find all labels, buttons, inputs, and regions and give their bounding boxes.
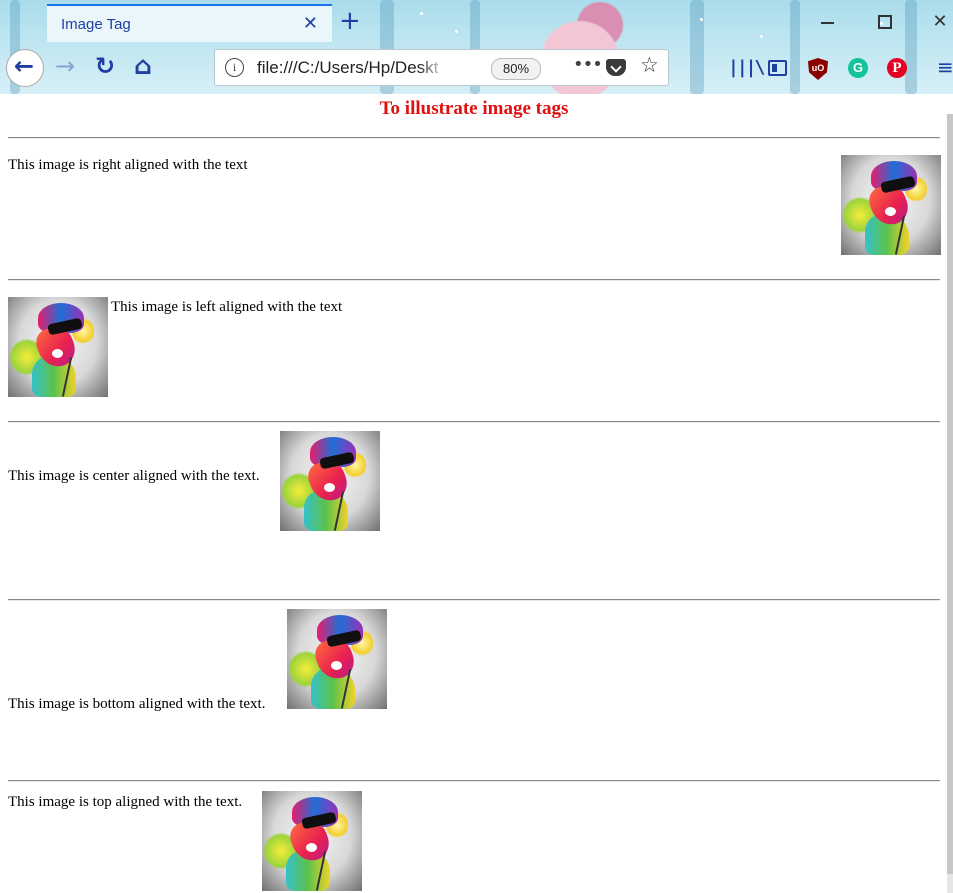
portrait-image-right (841, 155, 941, 255)
browser-chrome: Image Tag ✕ + ✕ ← → ↻ ⌂ i file:///C:/Use… (0, 0, 953, 94)
snowflake (455, 30, 458, 33)
snowflake (420, 12, 423, 15)
bookmark-star-icon[interactable]: ☆ (640, 53, 659, 77)
caption-top-aligned: This image is top aligned with the text. (8, 794, 243, 810)
back-button[interactable]: ← (6, 49, 44, 87)
hamburger-menu-icon[interactable]: ≡ (937, 55, 953, 79)
home-button[interactable]: ⌂ (134, 51, 152, 80)
horizontal-rule (8, 137, 940, 139)
window-maximize-button[interactable] (872, 10, 896, 34)
zoom-level-badge[interactable]: 80% (491, 58, 541, 80)
caption-left-aligned: This image is left aligned with the text (111, 299, 343, 315)
tab-title: Image Tag (61, 16, 131, 33)
portrait-image-center (280, 431, 380, 531)
horizontal-rule (8, 279, 940, 281)
scrollbar-thumb[interactable] (947, 114, 953, 874)
window-close-button[interactable]: ✕ (928, 10, 952, 34)
page-content: To illustrate image tags This image is r… (0, 94, 953, 893)
library-icon[interactable]: |||\ (728, 57, 765, 78)
grammarly-extension-icon[interactable]: G (848, 58, 868, 78)
vertical-scrollbar[interactable] (947, 114, 953, 893)
pinterest-extension-icon[interactable]: P (887, 58, 907, 78)
sidebar-toggle-icon[interactable] (768, 60, 787, 76)
background-tree (690, 0, 704, 94)
background-tree (905, 0, 917, 94)
forward-button[interactable]: → (55, 52, 75, 80)
ublock-extension-icon[interactable]: uO (808, 58, 828, 80)
new-tab-button[interactable]: + (339, 6, 361, 36)
site-info-icon[interactable]: i (225, 58, 244, 77)
horizontal-rule (8, 599, 940, 601)
snowflake (700, 18, 703, 21)
window-minimize-button[interactable] (816, 10, 840, 34)
background-tree (790, 0, 800, 94)
address-bar[interactable]: i file:///C:/Users/Hp/Deskt 80% ••• ☆ (214, 49, 669, 86)
horizontal-rule (8, 421, 940, 423)
caption-center-aligned: This image is center aligned with the te… (8, 468, 260, 484)
tab-close-icon[interactable]: ✕ (303, 13, 318, 34)
caption-bottom-aligned: This image is bottom aligned with the te… (8, 696, 266, 712)
caption-right-aligned: This image is right aligned with the tex… (8, 157, 248, 173)
url-text[interactable]: file:///C:/Users/Hp/Deskt (257, 58, 447, 78)
portrait-image-left (8, 297, 108, 397)
snowflake (760, 35, 763, 38)
horizontal-rule (8, 780, 940, 782)
portrait-image-top (262, 791, 362, 891)
page-title: To illustrate image tags (379, 98, 569, 119)
page-actions-more-icon[interactable]: ••• (573, 54, 603, 75)
tab-image-tag[interactable]: Image Tag ✕ (47, 4, 332, 42)
back-arrow-icon: ← (14, 52, 35, 80)
portrait-image-bottom (287, 609, 387, 709)
reload-button[interactable]: ↻ (95, 52, 115, 80)
pocket-icon[interactable] (606, 59, 626, 76)
